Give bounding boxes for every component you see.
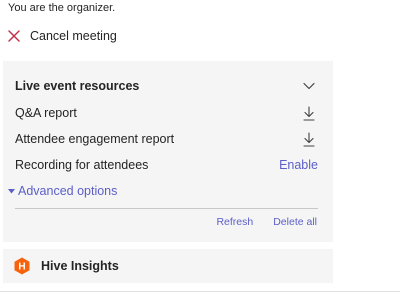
hive-insights-app[interactable]: H Hive Insights [3,249,333,283]
refresh-link[interactable]: Refresh [216,216,253,228]
svg-text:H: H [18,262,25,273]
resource-label: Q&A report [15,106,77,120]
resource-label: Attendee engagement report [15,132,175,146]
chevron-down-icon[interactable] [303,82,315,90]
hive-insights-name: Hive Insights [41,259,119,273]
resource-row-attendee-engagement: Attendee engagement report [15,131,318,147]
panel-header[interactable]: Live event resources [15,79,317,93]
meeting-options-pane: You are the organizer. Cancel meeting Li… [0,0,400,294]
divider [15,208,318,209]
download-icon[interactable] [302,105,316,121]
advanced-options-toggle[interactable]: Advanced options [7,184,117,198]
resource-actions: Refresh Delete all [216,216,317,228]
delete-all-link[interactable]: Delete all [273,216,317,228]
caret-down-icon [7,187,15,195]
resource-row-qa-report: Q&A report [15,105,318,121]
cancel-meeting-button[interactable]: Cancel meeting [6,26,117,46]
resource-row-recording: Recording for attendees Enable [15,158,318,172]
enable-recording-link[interactable]: Enable [279,158,318,172]
divider [0,291,400,292]
download-icon[interactable] [302,131,316,147]
advanced-options-label: Advanced options [18,184,118,198]
cancel-meeting-label: Cancel meeting [30,29,117,43]
resource-label: Recording for attendees [15,158,149,172]
hive-logo-icon: H [13,257,31,275]
panel-title: Live event resources [15,79,140,93]
close-icon [6,28,22,44]
live-event-resources-panel: Live event resources Q&A report Attendee… [3,61,333,242]
organizer-notice: You are the organizer. [8,2,116,14]
